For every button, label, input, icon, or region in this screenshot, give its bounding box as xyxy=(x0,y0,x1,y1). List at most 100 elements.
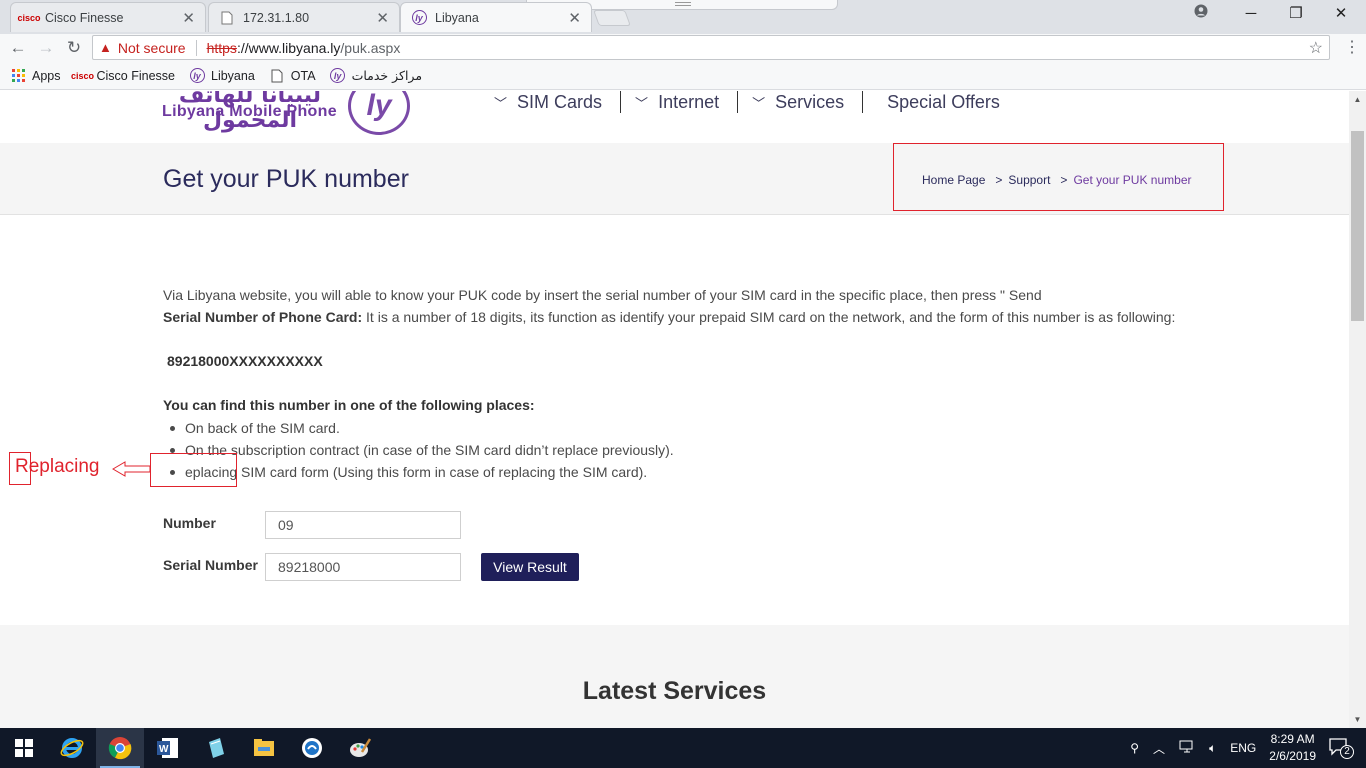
bookmark-apps[interactable]: Apps xyxy=(10,68,61,84)
close-icon[interactable]: ✕ xyxy=(182,9,195,27)
chevron-down-icon: ﹀ xyxy=(635,95,649,111)
restore-icon[interactable]: ❐ xyxy=(1281,4,1311,24)
breadcrumb: Home Page > Support > Get your PUK numbe… xyxy=(922,173,1192,187)
windows-taskbar: W ⚲ ︿ 🔈︎ ENG 8:29 AM 2/6/2019 2 xyxy=(0,728,1366,768)
bookmark-star-icon[interactable]: ☆ xyxy=(1309,38,1323,58)
serial-example: 89218000XXXXXXXXXX xyxy=(167,353,323,369)
forward-icon[interactable]: → xyxy=(34,34,58,62)
paint-icon[interactable] xyxy=(336,728,384,768)
bookmark-cisco-finesse[interactable]: cisco Cisco Finesse xyxy=(71,68,176,84)
minimize-icon[interactable]: ─ xyxy=(1236,4,1266,24)
tab-label: Libyana xyxy=(435,10,479,25)
annotation-label: Replacing xyxy=(15,456,100,477)
libyana-icon: ly xyxy=(411,10,427,26)
cisco-icon: cisco xyxy=(17,12,41,23)
apps-grid-icon xyxy=(10,68,26,84)
serial-description: Serial Number of Phone Card: It is a num… xyxy=(163,309,1175,325)
browser-tab-strip: cisco Cisco Finesse ✕ 172.31.1.80 ✕ ly L… xyxy=(0,0,1366,34)
main-navigation: ﹀ SIM Cards ﹀ Internet ﹀ Services Specia… xyxy=(490,91,1018,113)
nav-sim-cards[interactable]: ﹀ SIM Cards xyxy=(490,91,622,113)
title-band: Get your PUK number Home Page > Support … xyxy=(0,143,1349,215)
logo-english-text[interactable]: Libyana Mobile Phone xyxy=(162,103,337,121)
scrollbar-thumb[interactable] xyxy=(1351,131,1364,321)
reload-icon[interactable]: ↻ xyxy=(62,34,86,62)
serial-number-input[interactable] xyxy=(265,553,461,581)
url-host: ://www.libyana.ly xyxy=(236,39,341,56)
nav-label: Internet xyxy=(658,91,720,112)
libyana-logo-icon[interactable]: ly xyxy=(348,91,410,135)
system-tray: ⚲ ︿ 🔈︎ ENG 8:29 AM 2/6/2019 2 xyxy=(1123,728,1366,768)
close-icon[interactable]: ✕ xyxy=(568,9,581,27)
close-icon[interactable]: ✕ xyxy=(376,9,389,27)
tab-ip[interactable]: 172.31.1.80 ✕ xyxy=(208,2,400,32)
svg-text:W: W xyxy=(159,744,169,755)
nav-label: Special Offers xyxy=(887,91,1000,112)
intro-text: Via Libyana website, you will able to kn… xyxy=(163,287,1042,303)
clock-time: 8:29 AM xyxy=(1270,732,1315,746)
latest-services-section: Latest Services xyxy=(0,625,1349,728)
nav-services[interactable]: ﹀ Services xyxy=(738,91,864,113)
breadcrumb-separator: > xyxy=(1060,173,1068,187)
notification-center-icon[interactable]: 2 xyxy=(1328,737,1356,759)
view-result-button[interactable]: View Result xyxy=(481,553,579,581)
page-title: Get your PUK number xyxy=(163,165,409,193)
list-item: eplacing SIM card form (Using this form … xyxy=(166,461,674,483)
bookmark-label: Apps xyxy=(32,68,61,83)
language-indicator[interactable]: ENG xyxy=(1230,741,1256,755)
list-item: On the subscription contract (in case of… xyxy=(166,439,674,461)
breadcrumb-separator: > xyxy=(995,173,1003,187)
bookmark-label: مراكز خدمات xyxy=(351,68,423,83)
nav-special-offers[interactable]: Special Offers xyxy=(863,91,1018,113)
chevron-down-icon: ﹀ xyxy=(494,95,508,111)
warning-icon: ▲ xyxy=(99,40,112,55)
address-bar[interactable]: ▲ Not secure https://www.libyana.ly/puk.… xyxy=(92,35,1330,60)
security-status[interactable]: Not secure xyxy=(118,40,186,56)
scroll-up-icon[interactable]: ▲ xyxy=(1349,91,1366,108)
nav-label: SIM Cards xyxy=(517,91,603,112)
network-icon[interactable] xyxy=(1179,740,1195,757)
clock-date: 2/6/2019 xyxy=(1269,749,1316,763)
bookmark-service-centers[interactable]: ly مراكز خدمات xyxy=(330,68,422,84)
nav-internet[interactable]: ﹀ Internet xyxy=(621,91,739,113)
serial-heading: Serial Number of Phone Card: xyxy=(163,309,363,325)
bookmark-libyana[interactable]: ly Libyana xyxy=(189,68,255,84)
list-item: On back of the SIM card. xyxy=(166,417,674,439)
internet-explorer-icon[interactable] xyxy=(48,728,96,768)
libyana-icon: ly xyxy=(189,68,205,84)
chrome-icon[interactable] xyxy=(96,728,144,768)
bookmark-ota[interactable]: OTA xyxy=(269,68,316,84)
clock[interactable]: 8:29 AM 2/6/2019 xyxy=(1269,731,1316,765)
word-icon[interactable]: W xyxy=(144,728,192,768)
tab-libyana[interactable]: ly Libyana ✕ xyxy=(400,2,592,32)
scroll-down-icon[interactable]: ▼ xyxy=(1349,711,1366,728)
page-viewport: ليبيانا للهاتف المحمول Libyana Mobile Ph… xyxy=(0,91,1349,728)
back-icon[interactable]: ← xyxy=(6,34,30,62)
people-icon[interactable]: ⚲ xyxy=(1130,741,1139,755)
new-tab-button[interactable] xyxy=(593,10,631,26)
number-input[interactable] xyxy=(265,511,461,539)
latest-services-title: Latest Services xyxy=(582,677,767,705)
url-path: /puk.aspx xyxy=(340,39,401,56)
bookmark-label: Cisco Finesse xyxy=(96,68,176,83)
profile-icon[interactable] xyxy=(1186,4,1216,24)
url-protocol: https xyxy=(206,39,237,56)
tab-label: Cisco Finesse xyxy=(45,10,124,25)
chevron-up-icon[interactable]: ︿ xyxy=(1153,740,1165,757)
windows-start-icon[interactable] xyxy=(0,728,48,768)
serial-number-label: Serial Number xyxy=(163,557,258,573)
menu-icon[interactable]: ⋮ xyxy=(1342,38,1362,58)
number-label: Number xyxy=(163,515,216,531)
notepad-icon[interactable] xyxy=(192,728,240,768)
page-scrollbar[interactable]: ▲ ▼ xyxy=(1349,91,1366,728)
breadcrumb-home[interactable]: Home Page xyxy=(922,173,985,187)
places-list: On back of the SIM card. On the subscrip… xyxy=(166,417,674,483)
annotation-arrow-icon xyxy=(112,461,151,477)
messenger-icon[interactable] xyxy=(288,728,336,768)
volume-icon[interactable]: 🔈︎ xyxy=(1209,741,1216,756)
breadcrumb-support[interactable]: Support xyxy=(1008,173,1050,187)
page-icon xyxy=(219,10,235,26)
file-explorer-icon[interactable] xyxy=(240,728,288,768)
tab-cisco-finesse[interactable]: cisco Cisco Finesse ✕ xyxy=(10,2,206,32)
libyana-icon: ly xyxy=(330,68,346,84)
close-window-icon[interactable]: ✕ xyxy=(1326,4,1356,24)
